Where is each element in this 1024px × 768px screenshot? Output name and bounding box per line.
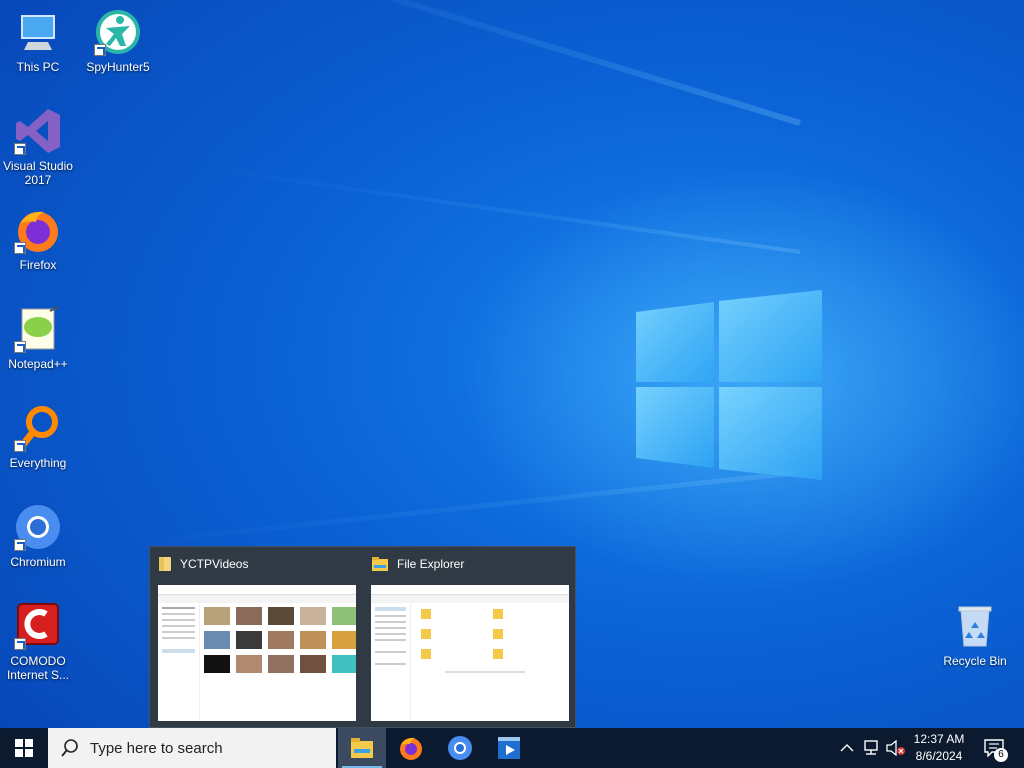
- icon-label: Chromium: [10, 555, 66, 569]
- visual-studio-icon: [14, 107, 62, 155]
- shortcut-arrow-icon: [14, 341, 26, 353]
- search-placeholder: Type here to search: [90, 739, 223, 757]
- shortcut-arrow-icon: [14, 143, 26, 155]
- network-icon[interactable]: [862, 740, 880, 756]
- desktop-icon-spyhunter[interactable]: SpyHunter5: [80, 8, 156, 74]
- clock-time: 12:37 AM: [913, 732, 965, 746]
- light-beam: [123, 470, 801, 547]
- taskbar-file-explorer[interactable]: [338, 728, 386, 768]
- icon-label: COMODO Internet S...: [6, 654, 70, 682]
- icon-label: Notepad++: [8, 357, 68, 371]
- start-button[interactable]: [0, 728, 48, 768]
- chromium-icon: [14, 503, 62, 551]
- icon-label: This PC: [16, 60, 60, 74]
- thumbnail-title: File Explorer: [371, 555, 464, 573]
- light-beam: [205, 166, 801, 254]
- everything-icon: [14, 404, 62, 452]
- firefox-icon: [14, 206, 62, 254]
- clock[interactable]: 12:37 AM 8/6/2024: [904, 731, 974, 765]
- taskbar: Type here to search 12:37 AM 8/6/2024 6: [0, 728, 1024, 768]
- volume-muted-icon[interactable]: [886, 740, 906, 756]
- action-center-button[interactable]: 6: [978, 728, 1016, 768]
- media-player-icon: [498, 737, 520, 759]
- desktop-icon-everything[interactable]: Everything: [0, 404, 76, 470]
- notepadpp-icon: [14, 305, 62, 353]
- icon-label: Firefox: [19, 258, 57, 272]
- shortcut-arrow-icon: [14, 242, 26, 254]
- taskbar-media-player[interactable]: [486, 728, 534, 768]
- search-box[interactable]: Type here to search: [48, 728, 336, 768]
- thumbnail-window: [371, 585, 569, 721]
- spyhunter-icon: [94, 8, 142, 56]
- light-beam: [187, 0, 801, 126]
- thumbnail-title: YCTPVideos: [158, 555, 248, 573]
- taskbar-thumbnail-preview: YCTPVideos File Explorer: [149, 546, 576, 728]
- shortcut-arrow-icon: [14, 539, 26, 551]
- taskbar-chromium[interactable]: [436, 728, 484, 768]
- search-icon: [61, 739, 78, 757]
- file-explorer-icon: [351, 738, 373, 758]
- icon-label: Visual Studio 2017: [3, 159, 73, 187]
- desktop[interactable]: This PC SpyHunter5 Visual Studio 2017 Fi…: [0, 0, 1024, 728]
- firefox-icon: [400, 737, 422, 760]
- file-explorer-icon: [372, 557, 388, 571]
- thumbnail-window: [158, 585, 356, 721]
- clock-date: 8/6/2024: [915, 749, 963, 763]
- desktop-icon-comodo[interactable]: COMODO Internet S...: [0, 602, 76, 682]
- windows-start-icon: [15, 739, 33, 757]
- windows-logo: [636, 290, 822, 480]
- desktop-icon-notepadpp[interactable]: Notepad++: [0, 305, 76, 371]
- desktop-icon-visual-studio[interactable]: Visual Studio 2017: [0, 107, 76, 187]
- desktop-icon-firefox[interactable]: Firefox: [0, 206, 76, 272]
- show-hidden-icons-chevron-icon[interactable]: [840, 743, 854, 753]
- icon-label: Recycle Bin: [943, 654, 1007, 668]
- comodo-icon: [14, 602, 62, 650]
- chromium-icon: [448, 736, 472, 760]
- notification-count-badge: 6: [994, 748, 1008, 762]
- shortcut-arrow-icon: [14, 638, 26, 650]
- thumbnail-file-explorer[interactable]: File Explorer: [363, 547, 569, 728]
- thumbnail-yctpvideos[interactable]: YCTPVideos: [150, 547, 356, 728]
- shortcut-arrow-icon: [14, 440, 26, 452]
- desktop-icon-this-pc[interactable]: This PC: [0, 8, 76, 74]
- desktop-icon-chromium[interactable]: Chromium: [0, 503, 76, 569]
- thumbnail-title-text: File Explorer: [397, 557, 465, 571]
- desktop-icon-recycle-bin[interactable]: Recycle Bin: [937, 602, 1013, 668]
- shortcut-arrow-icon: [94, 44, 106, 56]
- taskbar-firefox[interactable]: [387, 728, 435, 768]
- icon-label: Everything: [9, 456, 67, 470]
- this-pc-icon: [14, 8, 62, 56]
- recycle-bin-icon: [951, 602, 999, 650]
- folder-icon: [159, 557, 171, 571]
- icon-label: SpyHunter5: [86, 60, 150, 74]
- thumbnail-title-text: YCTPVideos: [180, 557, 249, 571]
